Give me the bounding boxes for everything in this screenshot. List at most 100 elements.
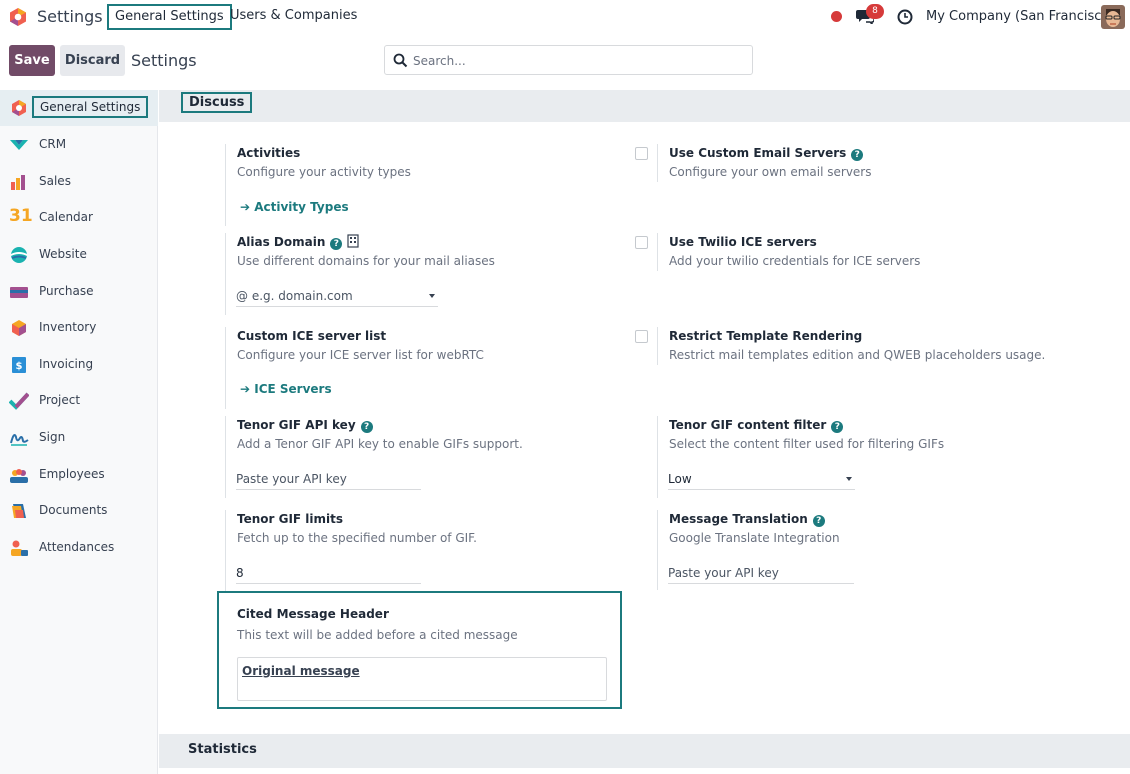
sales-chart-icon bbox=[11, 175, 25, 190]
setting-title: Cited Message Header bbox=[237, 607, 389, 621]
odoo-logo-icon[interactable] bbox=[8, 7, 28, 27]
svg-text:$: $ bbox=[16, 361, 23, 372]
setting-description: Add a Tenor GIF API key to enable GIFs s… bbox=[237, 437, 523, 451]
sidebar-item-label: Sales bbox=[39, 174, 71, 188]
menu-general-settings[interactable]: General Settings bbox=[107, 4, 232, 30]
chevron-down-icon bbox=[429, 294, 435, 298]
sidebar-item-website[interactable]: Website bbox=[0, 237, 158, 273]
sidebar-item-invoicing[interactable]: $ Invoicing bbox=[0, 347, 158, 383]
breadcrumb-title: Settings bbox=[131, 51, 197, 70]
project-check-icon bbox=[9, 392, 29, 410]
menu-users-companies[interactable]: Users & Companies bbox=[224, 4, 363, 30]
arrow-right-icon: ➔ bbox=[240, 200, 255, 214]
sidebar-item-purchase[interactable]: Purchase bbox=[0, 274, 158, 310]
sidebar-item-label: Sign bbox=[39, 430, 66, 444]
setting-title: Tenor GIF content filter? bbox=[669, 416, 1077, 434]
search-icon bbox=[393, 53, 408, 68]
help-icon[interactable]: ? bbox=[831, 421, 844, 433]
setting-title: Custom ICE server list bbox=[237, 329, 387, 343]
sidebar-item-documents[interactable]: Documents bbox=[0, 493, 158, 529]
clock-icon[interactable] bbox=[897, 9, 913, 25]
sidebar-item-inventory[interactable]: Inventory bbox=[0, 310, 158, 346]
setting-description: Add your twilio credentials for ICE serv… bbox=[669, 254, 921, 268]
app-title[interactable]: Settings bbox=[37, 7, 103, 26]
arrow-right-icon: ➔ bbox=[240, 382, 255, 396]
help-icon[interactable]: ? bbox=[330, 238, 343, 250]
input-placeholder: Paste your API key bbox=[668, 566, 779, 580]
restrict-template-checkbox[interactable] bbox=[635, 330, 648, 343]
sidebar-item-label: CRM bbox=[39, 137, 67, 151]
sidebar-item-label: Calendar bbox=[39, 210, 93, 224]
sidebar-item-employees[interactable]: Employees bbox=[0, 457, 158, 493]
sidebar-item-project[interactable]: Project bbox=[0, 383, 158, 419]
activity-types-link[interactable]: ➔ Activity Types bbox=[240, 200, 349, 214]
sidebar-item-sign[interactable]: Sign bbox=[0, 420, 158, 456]
recording-dot-icon[interactable] bbox=[831, 11, 842, 22]
setting-twilio-ice: Use Twilio ICE servers Add your twilio c… bbox=[657, 233, 1077, 271]
crm-icon bbox=[10, 140, 28, 150]
odoo-logo-icon bbox=[12, 100, 26, 116]
setting-ice-server-list: Custom ICE server list Configure your IC… bbox=[225, 327, 605, 409]
alias-domain-select[interactable]: @ e.g. domain.com bbox=[236, 287, 438, 307]
help-icon[interactable]: ? bbox=[360, 421, 373, 433]
section-header-statistics: Statistics bbox=[159, 734, 1130, 768]
user-avatar[interactable] bbox=[1101, 5, 1125, 29]
ice-servers-link[interactable]: ➔ ICE Servers bbox=[240, 382, 332, 396]
sidebar-item-calendar[interactable]: 31 Calendar bbox=[0, 200, 158, 236]
search-box[interactable] bbox=[384, 45, 753, 75]
setting-title: Tenor GIF limits bbox=[237, 512, 344, 526]
setting-title: Activities bbox=[237, 146, 301, 160]
sidebar-item-label: Documents bbox=[39, 503, 108, 517]
setting-cited-message-header: Cited Message Header This text will be a… bbox=[217, 591, 622, 709]
purchase-card-icon bbox=[10, 287, 28, 298]
select-value: Low bbox=[668, 472, 692, 486]
setting-title: Restrict Template Rendering bbox=[669, 329, 863, 343]
twilio-checkbox[interactable] bbox=[635, 236, 648, 249]
custom-email-checkbox[interactable] bbox=[635, 147, 648, 160]
link-label: ICE Servers bbox=[254, 382, 332, 396]
sidebar-item-general-settings[interactable]: General Settings bbox=[0, 90, 158, 126]
help-icon[interactable]: ? bbox=[812, 515, 825, 527]
sidebar-item-sales[interactable]: Sales bbox=[0, 164, 158, 200]
tenor-gif-limit-input[interactable]: 8 bbox=[236, 564, 421, 584]
sidebar-item-label: Inventory bbox=[39, 320, 97, 334]
tenor-filter-select[interactable]: Low bbox=[668, 470, 855, 490]
employees-icon bbox=[10, 469, 28, 483]
settings-sidebar: General Settings CRM Sales 31 Calendar W… bbox=[0, 90, 158, 774]
sidebar-item-attendances[interactable]: Attendances bbox=[0, 530, 158, 566]
search-input[interactable] bbox=[413, 52, 743, 70]
invoicing-icon: $ bbox=[12, 357, 26, 373]
attendances-icon bbox=[11, 540, 28, 556]
setting-title-text: Tenor GIF API key bbox=[237, 418, 356, 432]
setting-description: This text will be added before a cited m… bbox=[237, 628, 518, 642]
setting-description: Use different domains for your mail alia… bbox=[237, 254, 495, 268]
setting-title-text: Tenor GIF content filter bbox=[669, 418, 827, 432]
setting-description: Configure your activity types bbox=[237, 165, 411, 179]
setting-description: Select the content filter used for filte… bbox=[669, 437, 945, 451]
sidebar-item-label: Website bbox=[39, 247, 87, 261]
section-header-discuss: Discuss bbox=[159, 90, 1130, 122]
website-globe-icon bbox=[11, 247, 27, 263]
setting-description: Google Translate Integration bbox=[669, 531, 840, 545]
sidebar-item-crm[interactable]: CRM bbox=[0, 127, 158, 163]
discard-button[interactable]: Discard bbox=[60, 45, 125, 76]
sidebar-item-label: General Settings bbox=[32, 96, 149, 118]
setting-title: Alias Domain? bbox=[237, 233, 605, 251]
sidebar-item-label: Employees bbox=[39, 467, 105, 481]
save-button[interactable]: Save bbox=[9, 45, 55, 76]
company-switcher[interactable]: My Company (San Francisco) bbox=[926, 9, 1114, 24]
setting-description: Configure your own email servers bbox=[669, 165, 872, 179]
setting-title: Use Custom Email Servers? bbox=[669, 144, 1077, 162]
setting-restrict-template: Restrict Template Rendering Restrict mai… bbox=[657, 327, 1077, 365]
setting-title-text: Message Translation bbox=[669, 512, 808, 526]
cited-header-editor[interactable]: Original message bbox=[237, 657, 607, 701]
setting-description: Restrict mail templates edition and QWEB… bbox=[669, 348, 1046, 362]
chat-count-badge: 8 bbox=[866, 4, 884, 19]
help-icon[interactable]: ? bbox=[851, 149, 864, 161]
tenor-api-key-input[interactable]: Paste your API key bbox=[236, 470, 421, 490]
sidebar-item-label: Attendances bbox=[39, 540, 115, 554]
top-navbar: Settings General Settings Users & Compan… bbox=[0, 0, 1130, 34]
translation-api-key-input[interactable]: Paste your API key bbox=[668, 564, 854, 584]
setting-title-text: Use Custom Email Servers bbox=[669, 146, 847, 160]
setting-description: Configure your ICE server list for webRT… bbox=[237, 348, 484, 362]
